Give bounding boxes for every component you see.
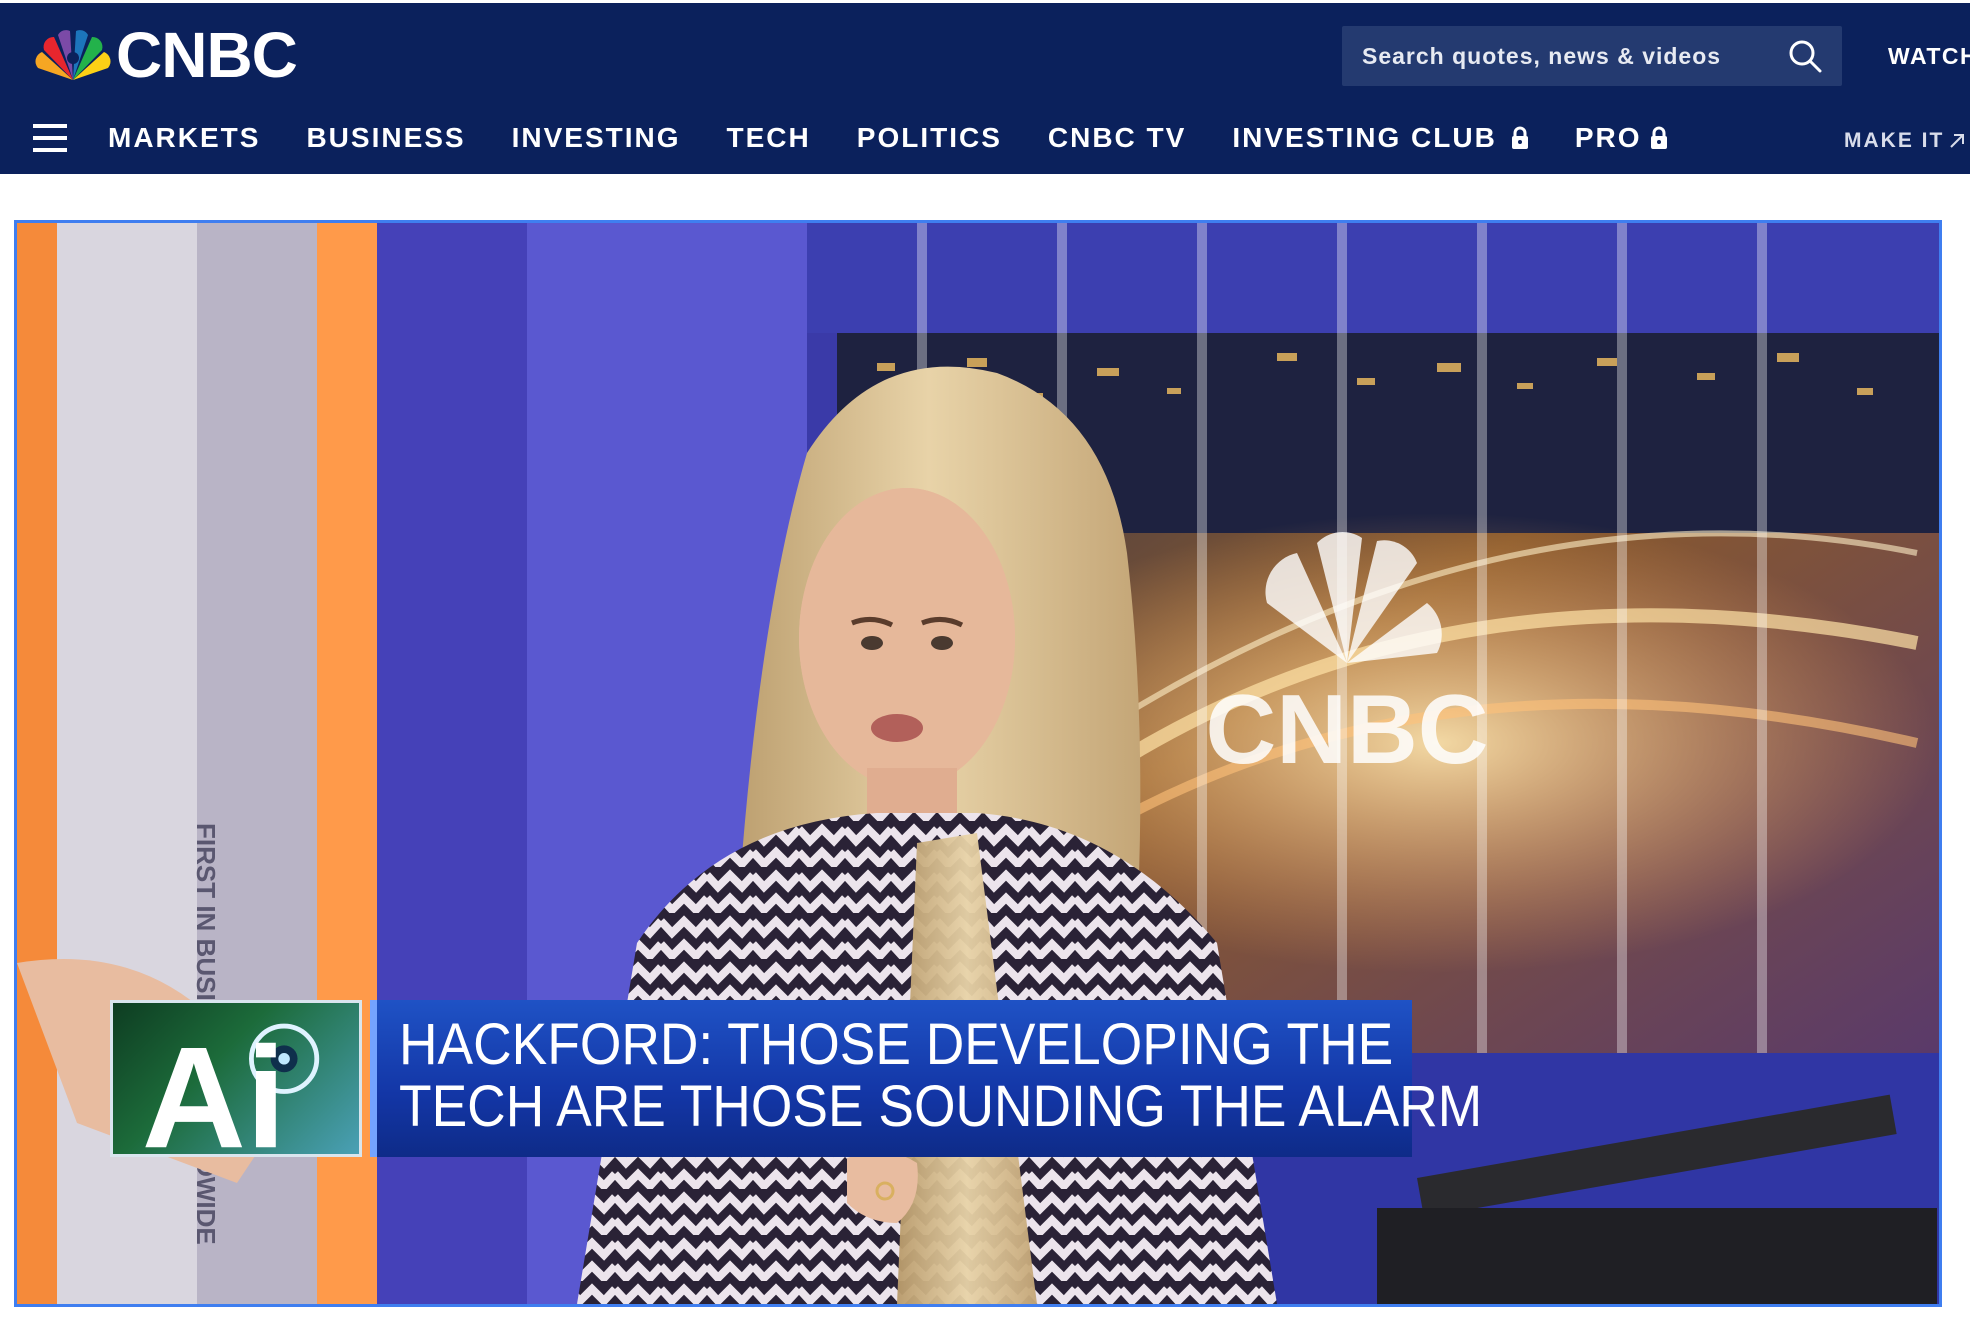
- nav-item-business[interactable]: BUSINESS: [306, 117, 465, 159]
- nav-item-investing[interactable]: INVESTING: [512, 117, 681, 159]
- ai-badge-icon: Ai: [142, 1016, 320, 1154]
- nav-item-politics[interactable]: POLITICS: [857, 117, 1002, 159]
- nav-item-markets[interactable]: MARKETS: [108, 117, 260, 159]
- hamburger-menu-icon[interactable]: [33, 124, 67, 152]
- logo-wordmark: CNBC: [116, 19, 298, 91]
- search-icon[interactable]: [1788, 39, 1822, 73]
- lower-third-banner: Ai HACKFORD: THOSE DEVELOPING THE TECH A…: [110, 1000, 1483, 1157]
- cnbc-logo[interactable]: CNBC: [32, 19, 298, 91]
- site-header: CNBC Search quotes, news & videos WATCH …: [0, 3, 1970, 174]
- search-input[interactable]: Search quotes, news & videos: [1362, 26, 1721, 86]
- main-nav: MARKETS BUSINESS INVESTING TECH POLITICS…: [108, 117, 1714, 159]
- external-arrow-icon: [1950, 134, 1965, 148]
- video-player[interactable]: FIRST IN BUSINESS WORLDWIDE CNBC: [14, 220, 1942, 1307]
- make-it-link[interactable]: MAKE IT: [1844, 129, 1966, 153]
- lock-icon: [1511, 126, 1528, 149]
- watch-live-link[interactable]: WATCH: [1888, 26, 1970, 86]
- lock-icon: [1650, 126, 1667, 149]
- search-box[interactable]: Search quotes, news & videos: [1342, 26, 1842, 86]
- nav-item-investing-club[interactable]: INVESTING CLUB: [1232, 117, 1528, 159]
- nav-item-pro[interactable]: PRO: [1575, 117, 1668, 159]
- headline-line-1: HACKFORD: THOSE DEVELOPING THE: [399, 1012, 1394, 1077]
- nav-item-cnbc-tv[interactable]: CNBC TV: [1048, 117, 1186, 159]
- ai-segment-badge: Ai: [110, 1000, 362, 1157]
- ai-badge-text: Ai: [142, 1016, 286, 1154]
- headline-line-2: TECH ARE THOSE SOUNDING THE ALARM: [399, 1074, 1483, 1139]
- nav-item-tech[interactable]: TECH: [727, 117, 811, 159]
- headline-caption: HACKFORD: THOSE DEVELOPING THE TECH ARE …: [370, 1000, 1483, 1157]
- peacock-logo-icon: [35, 30, 111, 80]
